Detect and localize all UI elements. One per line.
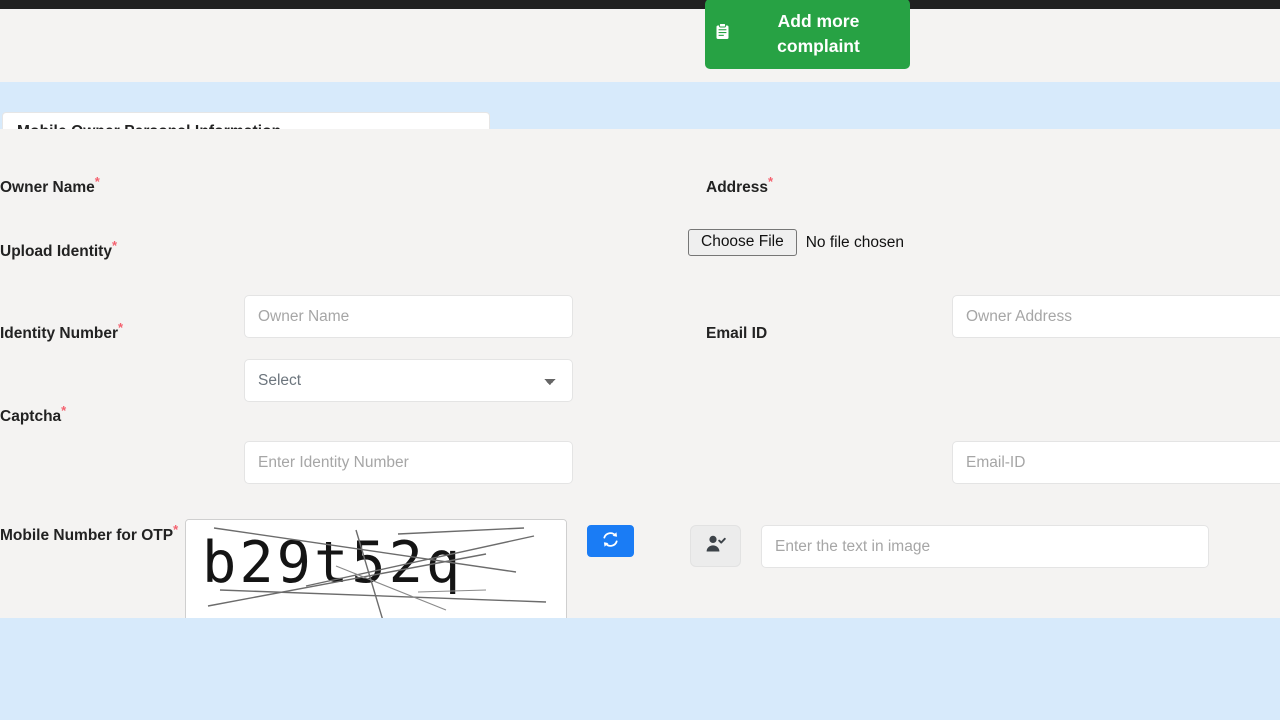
identity-number-label: Identity Number*: [0, 319, 124, 342]
add-more-complaint-label: Add more complaint: [777, 11, 860, 56]
upper-toolbar-strip: Add more complaint: [0, 0, 1280, 82]
file-chosen-status: No file chosen: [805, 233, 904, 251]
required-asterisk: *: [768, 173, 774, 189]
address-input[interactable]: [952, 295, 1280, 338]
address-label: Address*: [706, 173, 774, 196]
required-asterisk: *: [173, 521, 179, 537]
captcha-image: b29t52q: [185, 519, 567, 627]
required-asterisk: *: [94, 173, 100, 189]
upload-identity-select[interactable]: Select: [244, 359, 573, 402]
add-more-complaint-button[interactable]: Add more complaint: [705, 0, 910, 69]
owner-name-input[interactable]: [244, 295, 573, 338]
mobile-otp-label: Mobile Number for OTP*: [0, 521, 179, 544]
captcha-label: Captcha*: [0, 402, 67, 425]
choose-file-button[interactable]: Choose File: [688, 229, 797, 256]
clipboard-icon: [715, 22, 730, 47]
email-id-label: Email ID: [706, 325, 768, 342]
refresh-icon: [602, 531, 619, 551]
refresh-captcha-button[interactable]: [587, 525, 634, 557]
declaration-section: Declaration: I hereby declare that all t…: [0, 618, 1280, 720]
captcha-input[interactable]: [761, 525, 1209, 568]
email-id-input[interactable]: [952, 441, 1280, 484]
captcha-text: b29t52q: [202, 530, 463, 596]
upload-identity-label: Upload Identity*: [0, 237, 118, 260]
required-asterisk: *: [111, 237, 118, 253]
user-check-icon: [705, 534, 726, 558]
top-black-bar: [0, 0, 1280, 9]
owner-information-form: Owner Name* Address* Upload Identity* Se…: [0, 129, 1280, 686]
captcha-input-prefix: [690, 525, 741, 567]
owner-name-label: Owner Name*: [0, 173, 100, 196]
required-asterisk: *: [117, 319, 124, 335]
identity-file-chooser[interactable]: Choose File No file chosen: [688, 229, 904, 256]
required-asterisk: *: [61, 402, 67, 418]
identity-number-input[interactable]: [244, 441, 573, 484]
